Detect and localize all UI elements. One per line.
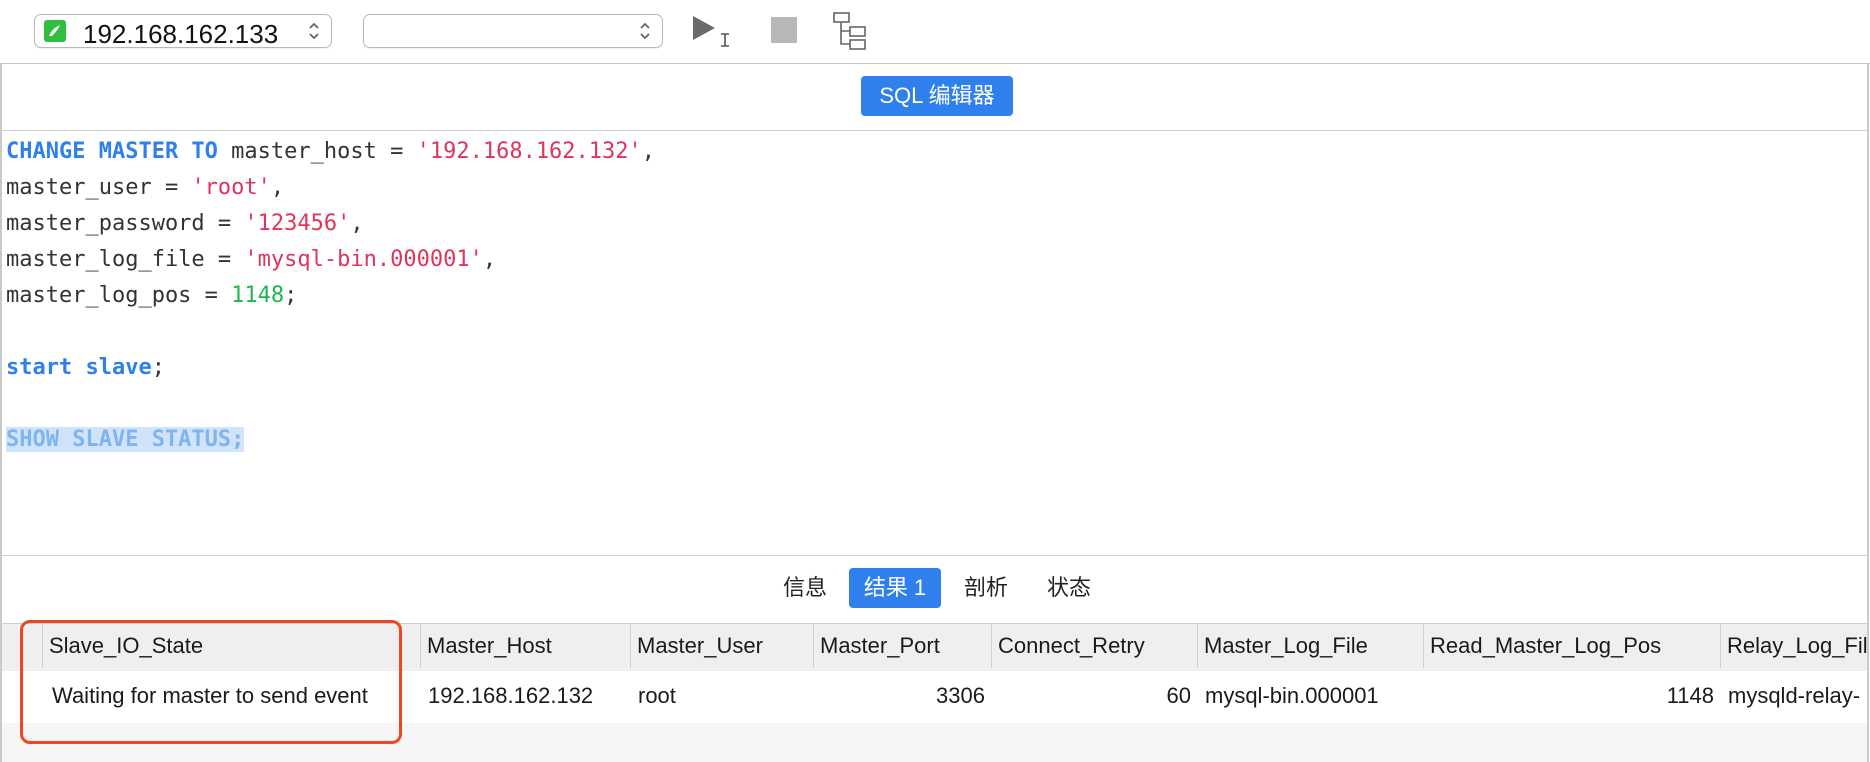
- column-header[interactable]: Master_User: [630, 624, 813, 668]
- toolbar: 192.168.162.133: [0, 0, 1870, 64]
- column-header[interactable]: Read_Master_Log_Pos: [1423, 624, 1720, 668]
- code-token: ,: [270, 175, 285, 200]
- tab-result-1[interactable]: 结果 1: [849, 568, 941, 608]
- code-token: ;: [284, 283, 298, 308]
- code-line: SHOW SLAVE STATUS;: [6, 422, 655, 458]
- cell-relay-log-file[interactable]: mysqld-relay-: [1722, 674, 1867, 718]
- code-token: SHOW SLAVE STATUS;: [6, 427, 245, 452]
- code-token: ;: [151, 355, 165, 380]
- code-token: master_password =: [6, 211, 245, 236]
- code-token: '123456': [244, 211, 351, 236]
- code-token: master_log_file =: [6, 247, 245, 272]
- chevron-updown-icon: [638, 20, 652, 42]
- code-line: master_log_file = 'mysql-bin.000001',: [6, 242, 655, 278]
- code-token: ,: [641, 139, 656, 164]
- result-tabs: 信息 结果 1 剖析 状态: [2, 555, 1867, 624]
- chevron-updown-icon: [307, 20, 321, 42]
- tab-info[interactable]: 信息: [780, 568, 830, 608]
- cell-master-user[interactable]: root: [632, 674, 813, 718]
- table-row[interactable]: Waiting for master to send event 192.168…: [2, 671, 1867, 723]
- window-right-border: [1867, 63, 1869, 762]
- cell-connect-retry[interactable]: 60: [991, 674, 1197, 718]
- grid-header: Slave_IO_State Master_Host Master_User M…: [2, 623, 1867, 672]
- code-line: CHANGE MASTER TO master_host = '192.168.…: [6, 134, 655, 170]
- code-line: master_password = '123456',: [6, 206, 655, 242]
- mysql-connection-icon: [44, 20, 66, 42]
- tab-profile[interactable]: 剖析: [961, 568, 1011, 608]
- column-header[interactable]: Relay_Log_File: [1720, 624, 1867, 668]
- code-token: ,: [350, 211, 364, 236]
- cell-slave-io-state[interactable]: Waiting for master to send event: [46, 674, 420, 718]
- sql-code-editor[interactable]: CHANGE MASTER TO master_host = '192.168.…: [6, 134, 655, 458]
- code-token: 1148: [231, 283, 285, 308]
- grid-empty-area: [2, 723, 1867, 762]
- code-token: master_user =: [6, 175, 192, 200]
- code-token: 'root': [191, 175, 271, 200]
- stop-icon[interactable]: [771, 17, 797, 43]
- column-header[interactable]: Master_Host: [420, 624, 630, 668]
- column-header[interactable]: Slave_IO_State: [42, 624, 420, 668]
- explain-tree-icon[interactable]: [832, 11, 874, 51]
- sql-editor-tab[interactable]: SQL 编辑器: [861, 76, 1013, 116]
- code-token: ,: [482, 247, 497, 272]
- code-line: start slave;: [6, 350, 655, 386]
- code-token: CHANGE MASTER TO: [6, 139, 218, 164]
- tab-status[interactable]: 状态: [1044, 568, 1094, 608]
- connection-select[interactable]: 192.168.162.133: [34, 14, 332, 49]
- code-token: master_host =: [217, 139, 417, 164]
- code-line: master_log_pos = 1148;: [6, 278, 655, 314]
- code-token: start slave: [6, 355, 152, 380]
- cell-master-port[interactable]: 3306: [813, 674, 991, 718]
- cell-read-master-log-pos[interactable]: 1148: [1423, 674, 1720, 718]
- database-select[interactable]: [363, 14, 663, 48]
- column-header[interactable]: Master_Port: [813, 624, 991, 668]
- code-token: 'mysql-bin.000001': [244, 247, 483, 272]
- cell-master-host[interactable]: 192.168.162.132: [422, 674, 630, 718]
- connection-value: 192.168.162.133: [83, 19, 279, 49]
- run-selected-icon[interactable]: [690, 12, 740, 52]
- editor-header: SQL 编辑器: [2, 64, 1867, 131]
- code-line: master_user = 'root',: [6, 170, 655, 206]
- cell-master-log-file[interactable]: mysql-bin.000001: [1199, 674, 1423, 718]
- column-header[interactable]: Connect_Retry: [991, 624, 1197, 668]
- code-token: '192.168.162.132': [416, 139, 642, 164]
- result-grid[interactable]: Slave_IO_State Master_Host Master_User M…: [2, 623, 1867, 762]
- code-token: master_log_pos =: [6, 283, 232, 308]
- column-header[interactable]: Master_Log_File: [1197, 624, 1423, 668]
